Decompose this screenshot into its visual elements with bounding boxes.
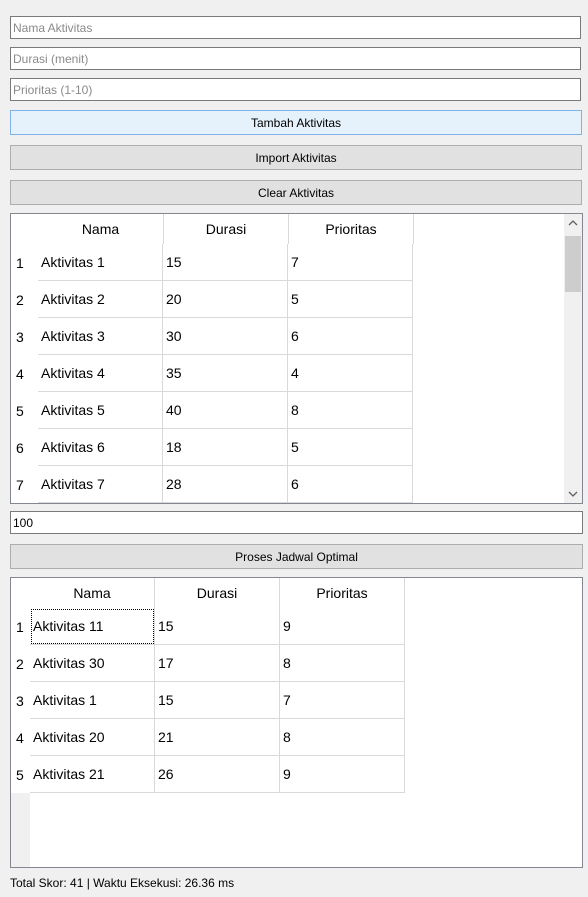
column-header-durasi[interactable]: Durasi xyxy=(155,578,280,608)
table-cell-durasi[interactable]: 30 xyxy=(163,318,288,355)
table-cell-durasi[interactable]: 26 xyxy=(155,756,280,793)
table-cell-prioritas[interactable]: 9 xyxy=(280,756,405,793)
time-limit-input[interactable] xyxy=(10,511,583,534)
table-cell-nama[interactable]: Aktivitas 4 xyxy=(38,355,163,392)
activities-table[interactable]: Nama Durasi Prioritas 1 Aktivitas 1 15 7 2 Ak… xyxy=(10,213,583,504)
row-number[interactable]: 5 xyxy=(11,392,38,429)
row-number[interactable]: 2 xyxy=(11,281,38,318)
table-cell-nama[interactable]: Aktivitas 1 xyxy=(38,244,163,281)
column-header-nama[interactable]: Nama xyxy=(30,578,155,608)
status-text: Total Skor: 41 | Waktu Eksekusi: 26.36 m… xyxy=(10,876,235,890)
table-cell-durasi[interactable]: 15 xyxy=(155,682,280,719)
activities-scrollbar[interactable] xyxy=(564,214,582,503)
table-cell-nama[interactable]: Aktivitas 6 xyxy=(38,429,163,466)
column-header-prioritas[interactable]: Prioritas xyxy=(280,578,405,608)
table-cell-prioritas[interactable]: 8 xyxy=(280,719,405,756)
table-cell-prioritas[interactable]: 7 xyxy=(280,682,405,719)
table-cell-prioritas[interactable]: 8 xyxy=(288,392,413,429)
table-cell-nama[interactable]: Aktivitas 7 xyxy=(38,466,163,503)
table-cell-nama[interactable]: Aktivitas 30 xyxy=(30,645,155,682)
row-number[interactable]: 2 xyxy=(11,645,30,682)
chevron-up-icon[interactable] xyxy=(564,214,582,232)
table-cell-nama[interactable]: Aktivitas 2 xyxy=(38,281,163,318)
add-activity-button[interactable]: Tambah Aktivitas xyxy=(10,110,582,135)
scrollbar-thumb[interactable] xyxy=(565,236,581,292)
table-cell-durasi[interactable]: 28 xyxy=(163,466,288,503)
result-table[interactable]: Nama Durasi Prioritas 1 Aktivitas 11 15 9 2 A… xyxy=(10,577,583,868)
table-cell-durasi[interactable]: 35 xyxy=(163,355,288,392)
row-number[interactable]: 3 xyxy=(11,318,38,355)
table-cell-prioritas[interactable]: 6 xyxy=(288,318,413,355)
table-cell-nama[interactable]: Aktivitas 3 xyxy=(38,318,163,355)
row-number[interactable]: 4 xyxy=(11,719,30,756)
table-cell-durasi[interactable]: 15 xyxy=(163,244,288,281)
table-cell-prioritas[interactable]: 5 xyxy=(288,429,413,466)
duration-input[interactable] xyxy=(10,47,581,70)
table-cell-prioritas[interactable]: 8 xyxy=(280,645,405,682)
activity-name-input[interactable] xyxy=(10,16,581,39)
table-cell-nama[interactable]: Aktivitas 20 xyxy=(30,719,155,756)
table-cell-prioritas[interactable]: 6 xyxy=(288,466,413,503)
column-header-durasi[interactable]: Durasi xyxy=(164,214,289,244)
column-header-prioritas[interactable]: Prioritas xyxy=(289,214,414,244)
table-cell-durasi[interactable]: 21 xyxy=(155,719,280,756)
chevron-down-icon[interactable] xyxy=(564,485,582,503)
table-cell-nama[interactable]: Aktivitas 1 xyxy=(30,682,155,719)
table-cell-durasi[interactable]: 20 xyxy=(163,281,288,318)
import-activity-button[interactable]: Import Aktivitas xyxy=(10,145,582,170)
row-number[interactable]: 6 xyxy=(11,429,38,466)
table-cell-nama[interactable]: Aktivitas 5 xyxy=(38,392,163,429)
table-cell-durasi[interactable]: 15 xyxy=(155,608,280,645)
column-header-nama[interactable]: Nama xyxy=(38,214,164,244)
table-cell-nama[interactable]: Aktivitas 21 xyxy=(30,756,155,793)
row-number[interactable]: 5 xyxy=(11,756,30,793)
table-cell-prioritas[interactable]: 9 xyxy=(280,608,405,645)
row-number[interactable]: 1 xyxy=(11,244,38,281)
table-cell-nama[interactable]: Aktivitas 11 xyxy=(30,608,155,645)
table-cell-durasi[interactable]: 40 xyxy=(163,392,288,429)
row-number[interactable]: 7 xyxy=(11,466,38,503)
priority-input[interactable] xyxy=(10,78,581,101)
table-cell-prioritas[interactable]: 5 xyxy=(288,281,413,318)
row-number[interactable]: 3 xyxy=(11,682,30,719)
row-number[interactable]: 1 xyxy=(11,608,30,645)
row-number[interactable]: 4 xyxy=(11,355,38,392)
table-cell-durasi[interactable]: 17 xyxy=(155,645,280,682)
table-cell-prioritas[interactable]: 7 xyxy=(288,244,413,281)
table-cell-prioritas[interactable]: 4 xyxy=(288,355,413,392)
process-schedule-button[interactable]: Proses Jadwal Optimal xyxy=(10,544,583,569)
clear-activity-button[interactable]: Clear Aktivitas xyxy=(10,180,582,205)
table-cell-durasi[interactable]: 18 xyxy=(163,429,288,466)
